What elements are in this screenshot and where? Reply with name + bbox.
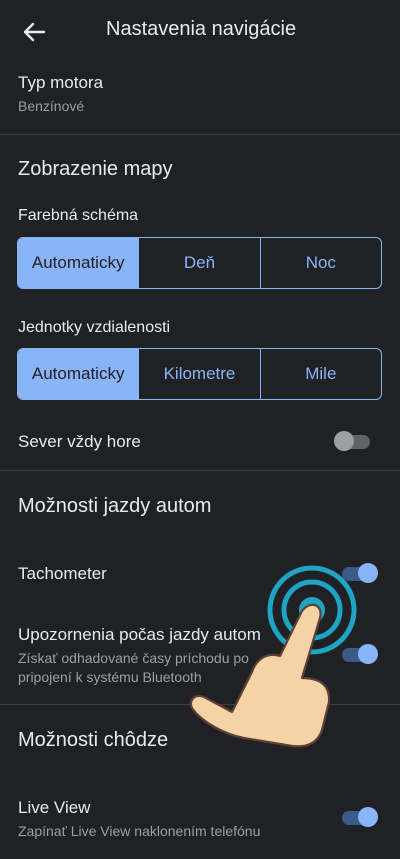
- units-miles[interactable]: Mile: [259, 349, 381, 399]
- live-view-toggle[interactable]: [340, 806, 378, 828]
- color-scheme-day[interactable]: Deň: [138, 238, 259, 288]
- driving-notifications-desc-line1: Získať odhadované časy príchodu po: [18, 650, 249, 666]
- color-scheme-automatic[interactable]: Automaticky: [18, 238, 139, 288]
- north-up-label: Sever vždy hore: [18, 432, 141, 451]
- section-map-display: Zobrazenie mapy: [18, 158, 173, 180]
- divider: [0, 134, 400, 135]
- engine-type-value: Benzínové: [18, 98, 85, 114]
- distance-units-label: Jednotky vzdialenosti: [18, 319, 171, 336]
- driving-notifications-label: Upozornenia počas jazdy autom: [18, 625, 261, 644]
- speedometer-toggle[interactable]: [340, 562, 378, 584]
- app-bar: Nastavenia navigácie: [0, 0, 400, 62]
- color-scheme-label: Farebná schéma: [18, 207, 139, 224]
- color-scheme-segmented: Automaticky Deň Noc: [17, 237, 382, 289]
- arrow-back-icon[interactable]: [20, 18, 48, 46]
- divider: [0, 470, 400, 471]
- driving-notifications-toggle[interactable]: [340, 643, 378, 665]
- section-walking-options: Možnosti chôdze: [18, 729, 169, 751]
- units-automatic[interactable]: Automaticky: [18, 349, 139, 399]
- page-title: Nastavenia navigácie: [106, 18, 297, 40]
- color-scheme-night[interactable]: Noc: [259, 238, 381, 288]
- engine-type-label: Typ motora: [18, 73, 104, 92]
- section-driving-options: Možnosti jazdy autom: [18, 495, 212, 517]
- distance-units-segmented: Automaticky Kilometre Mile: [17, 348, 382, 400]
- divider: [0, 704, 400, 705]
- units-kilometers[interactable]: Kilometre: [138, 349, 259, 399]
- speedometer-label: Tachometer: [18, 564, 107, 583]
- driving-notifications-desc-line2: pripojení k systému Bluetooth: [18, 669, 202, 685]
- live-view-label: Live View: [18, 798, 91, 817]
- live-view-desc: Zapínať Live View naklonením telefónu: [18, 823, 261, 839]
- north-up-toggle[interactable]: [334, 430, 372, 452]
